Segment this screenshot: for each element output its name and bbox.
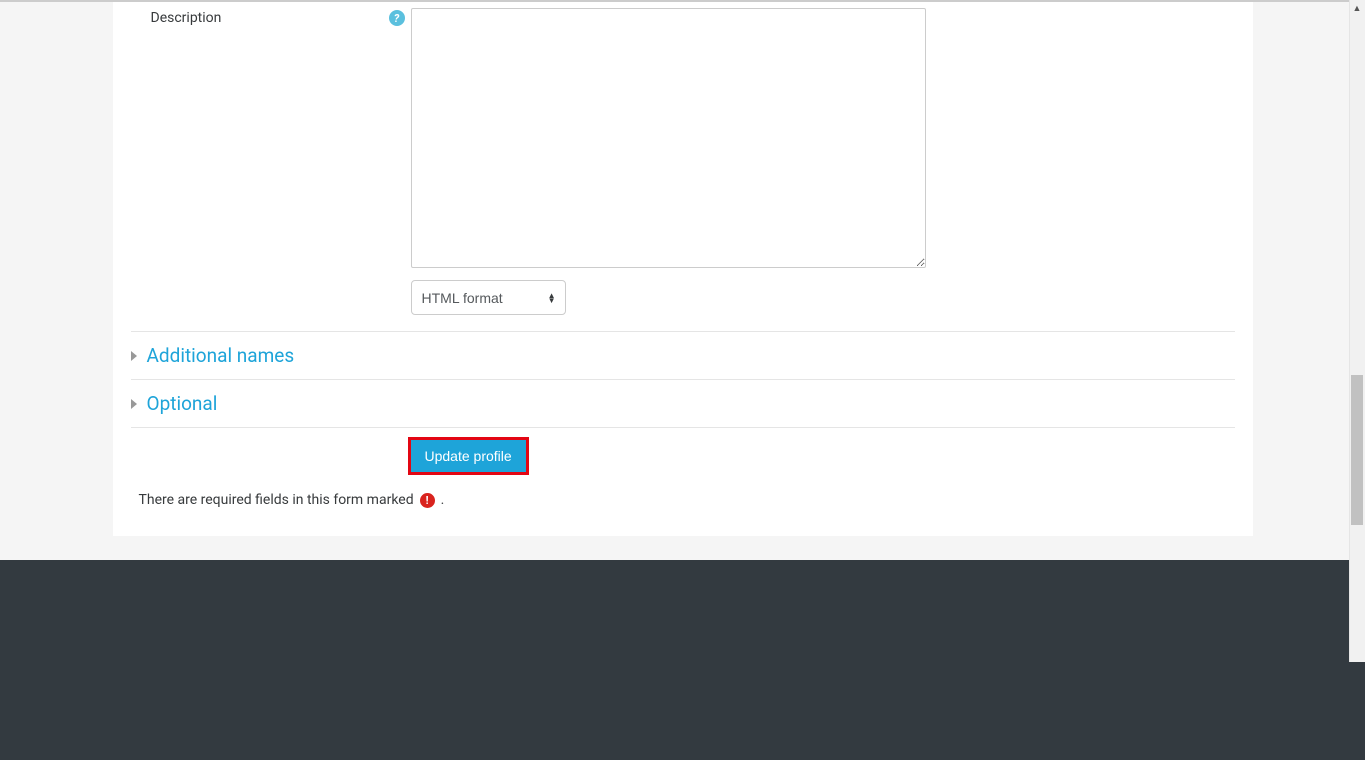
description-textarea[interactable] — [411, 8, 926, 268]
submit-row: Update profile — [131, 428, 1235, 472]
description-row: Description ? HTML format ▲ ▼ — [131, 2, 1235, 321]
caret-right-icon — [131, 399, 137, 409]
required-note-suffix: . — [441, 492, 445, 508]
description-label-col: Description ? — [131, 8, 411, 26]
description-label: Description — [151, 10, 222, 26]
format-select[interactable]: HTML format — [411, 280, 566, 315]
help-icon[interactable]: ? — [389, 10, 405, 26]
description-input-col: HTML format ▲ ▼ — [411, 8, 1235, 315]
format-select-wrap: HTML format ▲ ▼ — [411, 280, 566, 315]
section-optional[interactable]: Optional — [131, 380, 1235, 428]
section-optional-title: Optional — [147, 392, 218, 415]
section-additional-names[interactable]: Additional names — [131, 332, 1235, 380]
required-note: There are required fields in this form m… — [131, 472, 1235, 518]
scrollbar-track[interactable]: ▲ — [1349, 0, 1365, 662]
scrollbar-up-icon[interactable]: ▲ — [1349, 0, 1365, 16]
required-note-text: There are required fields in this form m… — [139, 492, 414, 508]
caret-right-icon — [131, 351, 137, 361]
required-icon: ! — [420, 493, 435, 508]
scrollbar-thumb[interactable] — [1351, 375, 1363, 525]
update-profile-button[interactable]: Update profile — [411, 440, 526, 472]
content-card: Description ? HTML format ▲ ▼ Addi — [113, 2, 1253, 536]
page-container: Description ? HTML format ▲ ▼ Addi — [0, 0, 1365, 662]
section-additional-names-title: Additional names — [147, 344, 295, 367]
footer — [0, 560, 1365, 760]
